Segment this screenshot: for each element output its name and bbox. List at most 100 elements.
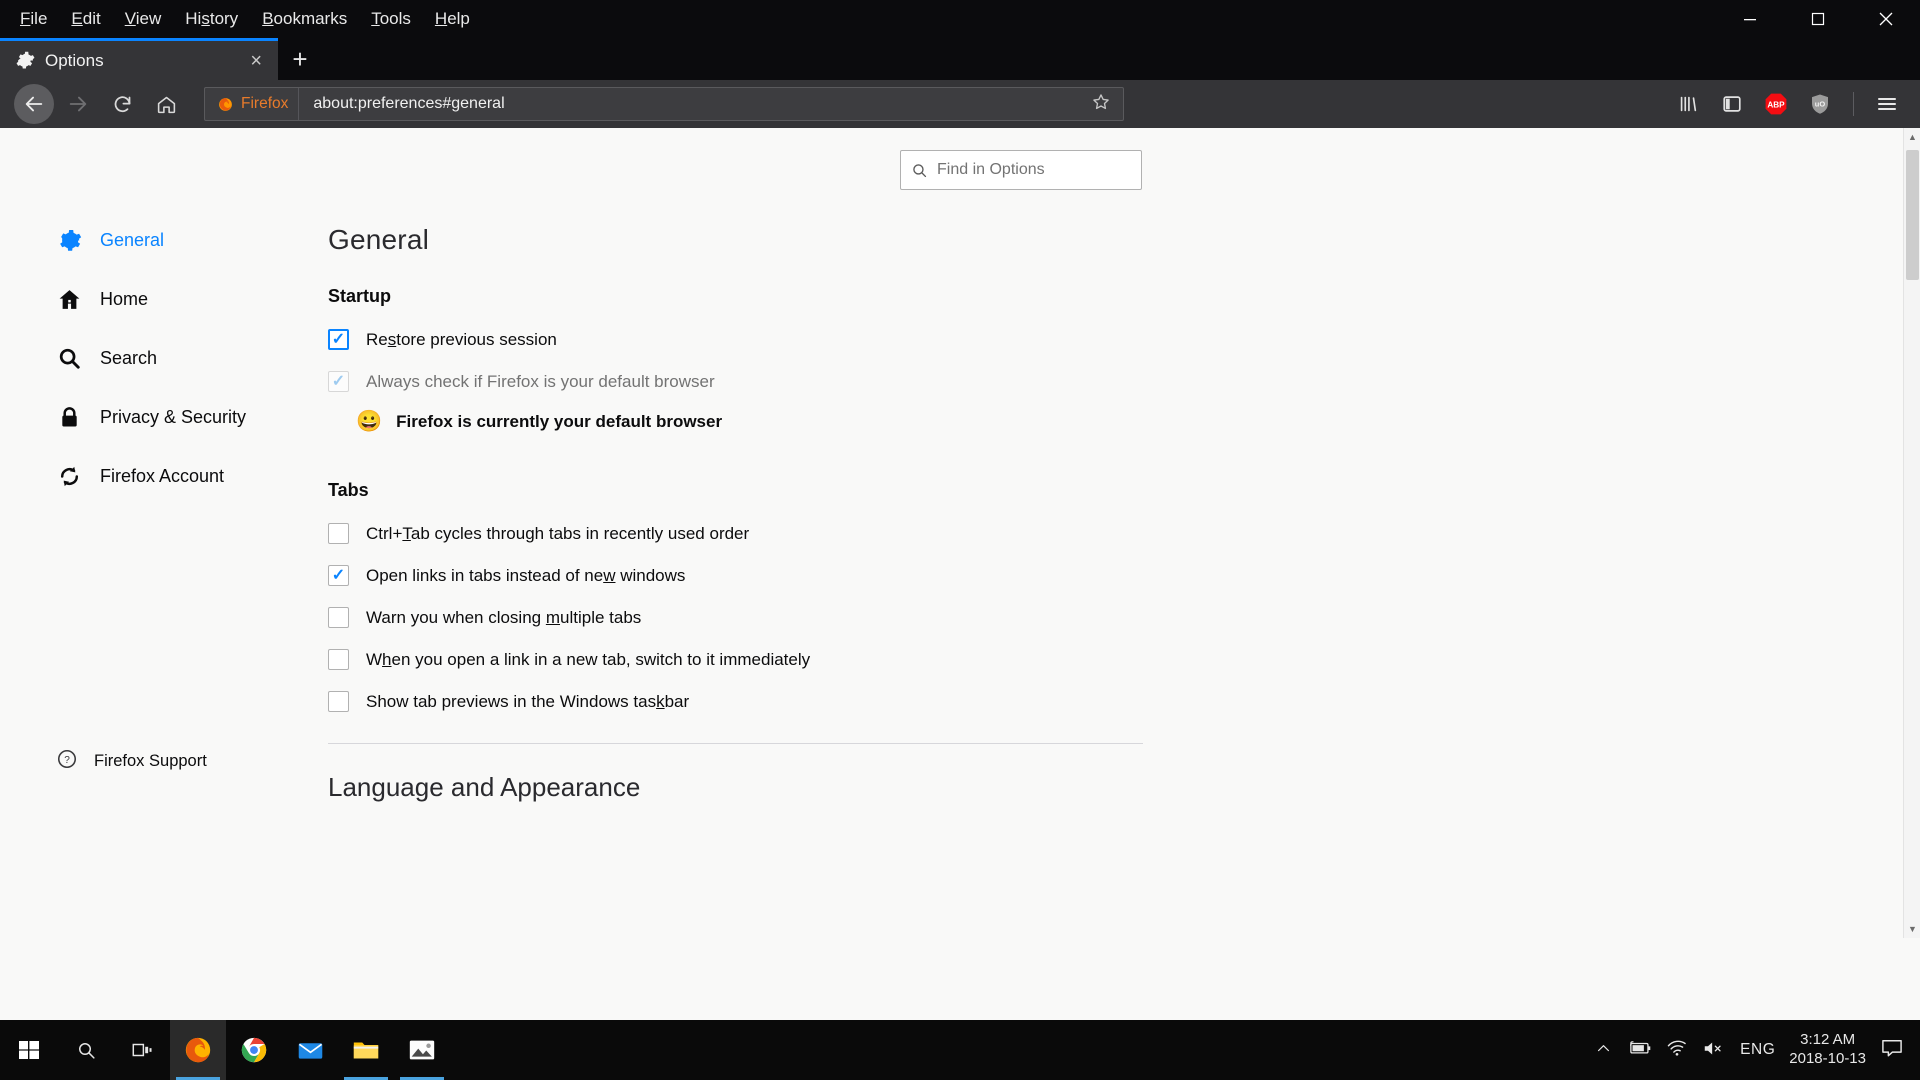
taskbar-app-file-explorer[interactable] — [338, 1020, 394, 1080]
checkbox-row-open-links-in-tabs[interactable]: ✓ Open links in tabs instead of new wind… — [328, 560, 1143, 591]
identity-label: Firefox — [241, 95, 289, 112]
network-button[interactable] — [1666, 1039, 1688, 1061]
checkbox-row-ctrl-tab[interactable]: Ctrl+Tab cycles through tabs in recently… — [328, 518, 1143, 549]
sidebar-item-general[interactable]: General — [50, 218, 300, 262]
always-check-default-checkbox[interactable]: ✓ — [328, 371, 349, 392]
gear-icon — [16, 51, 35, 69]
restore-session-checkbox[interactable]: ✓ — [328, 329, 349, 350]
ctrl-tab-label: Ctrl+Tab cycles through tabs in recently… — [366, 523, 750, 543]
file-explorer-taskbar-icon — [353, 1042, 379, 1059]
home-button[interactable] — [146, 84, 186, 124]
battery-button[interactable] — [1626, 1039, 1652, 1061]
reload-button[interactable] — [102, 84, 142, 124]
menu-bookmarks[interactable]: Bookmarks — [250, 5, 359, 33]
find-in-options-placeholder: Find in Options — [937, 161, 1045, 178]
clock-time: 3:12 AM — [1800, 1031, 1856, 1049]
back-arrow-icon — [25, 96, 43, 112]
help-circle-icon: ? — [56, 748, 78, 775]
taskbar-app-mail[interactable] — [282, 1020, 338, 1080]
minimize-button[interactable] — [1716, 0, 1784, 38]
window-controls — [1716, 0, 1920, 38]
default-browser-message: Firefox is currently your default browse… — [396, 411, 723, 431]
warn-closing-tabs-checkbox[interactable] — [328, 607, 349, 628]
taskbar-search-button[interactable] — [58, 1020, 114, 1080]
tab-previews-checkbox[interactable] — [328, 691, 349, 712]
tab-close-button[interactable]: × — [246, 51, 266, 71]
checkbox-row-switch-to-new-tab[interactable]: When you open a link in a new tab, switc… — [328, 644, 1143, 675]
find-in-options-box[interactable]: Find in Options — [900, 150, 1142, 190]
adblock-plus-button[interactable]: ABP — [1757, 85, 1795, 123]
new-tab-button[interactable]: + — [278, 38, 322, 80]
volume-button[interactable] — [1702, 1039, 1726, 1062]
ctrl-tab-checkbox[interactable] — [328, 523, 349, 544]
forward-button[interactable] — [58, 84, 98, 124]
find-in-options-wrapper: Find in Options — [900, 150, 1142, 190]
checkbox-row-always-check-default[interactable]: ✓ Always check if Firefox is your defaul… — [328, 366, 1143, 397]
ublock-origin-button[interactable]: uO — [1801, 85, 1839, 123]
battery-charging-icon — [1630, 1041, 1651, 1054]
sidebar-item-search[interactable]: Search — [50, 336, 300, 380]
taskbar-clock[interactable]: 3:12 AM 2018-10-13 — [1789, 1031, 1866, 1069]
switch-to-new-tab-checkbox[interactable] — [328, 649, 349, 670]
svg-text:?: ? — [64, 755, 70, 766]
action-center-button[interactable] — [1880, 1038, 1904, 1062]
open-links-in-tabs-checkbox[interactable]: ✓ — [328, 565, 349, 586]
url-text[interactable]: about:preferences#general — [299, 95, 1079, 113]
task-view-icon — [132, 1043, 152, 1057]
start-button[interactable] — [0, 1020, 58, 1080]
language-indicator[interactable]: ENG — [1740, 1041, 1775, 1059]
tab-strip: Options × + — [0, 38, 1920, 80]
content-scrollbar[interactable]: ▲ ▼ — [1903, 128, 1920, 938]
switch-to-new-tab-label: When you open a link in a new tab, switc… — [366, 649, 811, 669]
search-icon — [913, 163, 927, 177]
firefox-support-label: Firefox Support — [94, 752, 207, 770]
sync-icon — [56, 464, 82, 489]
menu-file[interactable]: File — [8, 5, 59, 33]
language-appearance-heading: Language and Appearance — [328, 772, 641, 802]
sidebar-item-label: Firefox Account — [100, 465, 225, 486]
sidebar-item-firefox-account[interactable]: Firefox Account — [50, 454, 300, 498]
taskbar-app-photos[interactable] — [394, 1020, 450, 1080]
open-links-in-tabs-label: Open links in tabs instead of new window… — [366, 565, 686, 585]
menu-tools[interactable]: Tools — [359, 5, 423, 33]
sidebar-icon — [1723, 96, 1741, 112]
checkbox-row-warn-closing-tabs[interactable]: Warn you when closing multiple tabs — [328, 602, 1143, 633]
navigation-toolbar: Firefox about:preferences#general ABP uO — [0, 80, 1920, 128]
taskbar-app-firefox[interactable] — [170, 1020, 226, 1080]
lock-icon — [56, 405, 82, 430]
maximize-button[interactable] — [1784, 0, 1852, 38]
show-hidden-icons-button[interactable] — [1595, 1040, 1612, 1061]
checkbox-row-tab-previews[interactable]: Show tab previews in the Windows taskbar — [328, 686, 1143, 717]
scroll-down-arrow-icon[interactable]: ▼ — [1904, 920, 1920, 938]
url-bar[interactable]: Firefox about:preferences#general — [204, 87, 1124, 121]
sidebar-item-privacy-security[interactable]: Privacy & Security — [50, 395, 300, 439]
sidebar-item-home[interactable]: Home — [50, 277, 300, 321]
sidebar-button[interactable] — [1713, 85, 1751, 123]
firefox-support-link[interactable]: ? Firefox Support — [56, 748, 207, 775]
menu-edit[interactable]: Edit — [59, 5, 112, 33]
scrollbar-thumb[interactable] — [1906, 150, 1919, 280]
tabs-heading: Tabs — [328, 480, 369, 500]
reload-icon — [114, 95, 130, 112]
app-menu-button[interactable] — [1868, 85, 1906, 123]
menu-view[interactable]: View — [113, 5, 174, 33]
taskbar-app-chrome[interactable] — [226, 1020, 282, 1080]
menu-history[interactable]: History — [173, 5, 250, 33]
site-identity-box[interactable]: Firefox — [205, 88, 300, 120]
sidebar-item-label: Search — [100, 347, 158, 368]
tab-options[interactable]: Options × — [0, 38, 278, 80]
checkbox-row-restore-session[interactable]: ✓ Restore previous session — [328, 324, 1143, 355]
back-button[interactable] — [14, 84, 54, 124]
magnifier-icon — [56, 346, 82, 371]
library-button[interactable] — [1669, 85, 1707, 123]
task-view-button[interactable] — [114, 1020, 170, 1080]
bookmark-button[interactable] — [1079, 92, 1123, 117]
ublock-label: uO — [1815, 100, 1826, 109]
firefox-logo-icon — [219, 97, 232, 111]
preferences-sidebar: General Home Search Privacy & Security F… — [50, 218, 300, 513]
scroll-up-arrow-icon[interactable]: ▲ — [1904, 128, 1920, 146]
gear-icon — [56, 228, 82, 253]
close-button[interactable] — [1852, 0, 1920, 38]
menu-help[interactable]: Help — [423, 5, 482, 33]
